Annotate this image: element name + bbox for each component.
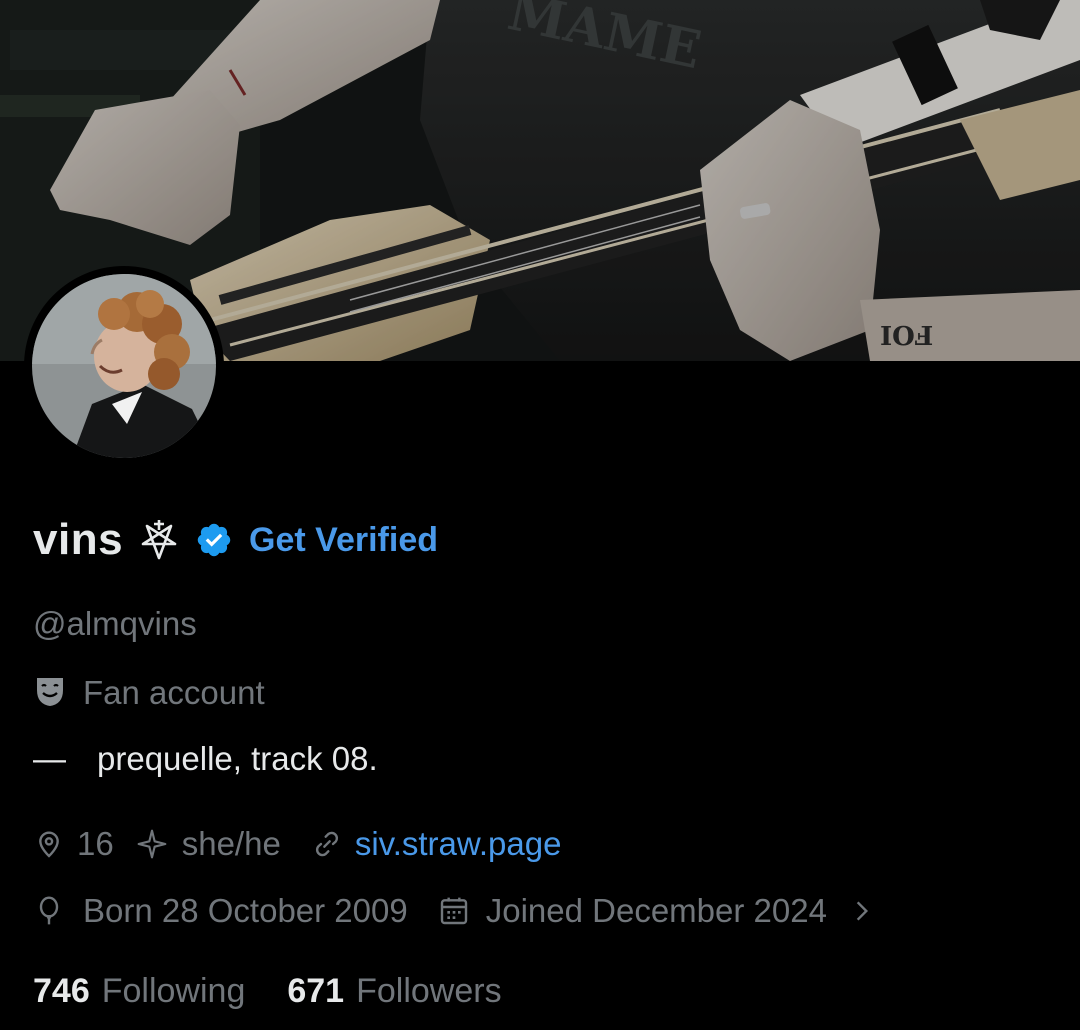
theater-masks-icon xyxy=(33,674,67,713)
joined-text: Joined December 2024 xyxy=(485,892,827,929)
calendar-icon xyxy=(438,895,470,927)
balloon-icon xyxy=(33,895,65,927)
follow-stats: 746 Following 671 Followers xyxy=(33,968,502,1014)
pronouns-text: she/he xyxy=(181,825,281,862)
chevron-right-icon[interactable] xyxy=(849,896,875,926)
sparkle-icon xyxy=(136,828,168,860)
location-pin-icon xyxy=(33,828,65,860)
followers-count: 671 xyxy=(287,971,345,1010)
pentagram-cross-icon xyxy=(137,518,181,562)
website-link[interactable]: siv.straw.page xyxy=(355,825,562,863)
profile-page: MAME IOℲ vins Get Verified @almqvins Fan… xyxy=(0,0,1080,1030)
following-count: 746 xyxy=(33,971,90,1010)
get-verified-link[interactable]: Get Verified xyxy=(249,521,438,560)
avatar-image xyxy=(32,274,216,458)
bio-text: prequelle, track 08. xyxy=(97,740,378,777)
followers-label: Followers xyxy=(356,971,502,1010)
verified-badge-icon[interactable] xyxy=(195,521,233,559)
profile-bio: — prequelle, track 08. xyxy=(33,738,378,780)
bio-dash: — xyxy=(33,740,66,777)
category-label: Fan account xyxy=(83,674,265,711)
birthday-text: Born 28 October 2009 xyxy=(83,892,408,929)
avatar[interactable] xyxy=(24,266,224,466)
profile-handle: @almqvins xyxy=(33,605,197,642)
following-stat[interactable]: 746 Following xyxy=(33,972,245,1011)
location-text: 16 xyxy=(77,825,114,862)
link-icon xyxy=(311,828,343,860)
following-label: Following xyxy=(101,971,246,1010)
followers-stat[interactable]: 671 Followers xyxy=(287,972,501,1011)
name-row: vins Get Verified xyxy=(33,510,438,570)
display-name: vins xyxy=(33,515,124,564)
profile-meta-row: 16 she/he siv.straw.page xyxy=(33,822,561,866)
profile-meta-row-2: Born 28 October 2009 Joined December 202… xyxy=(33,889,875,933)
profile-category: Fan account xyxy=(33,672,265,714)
